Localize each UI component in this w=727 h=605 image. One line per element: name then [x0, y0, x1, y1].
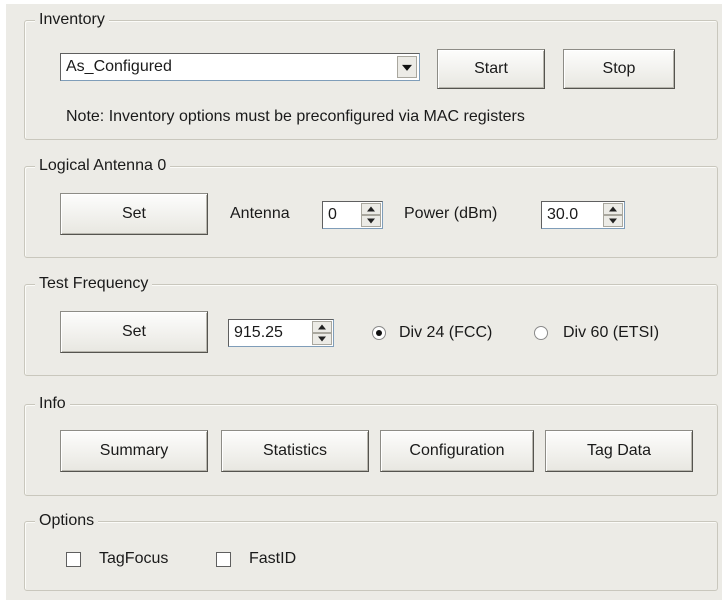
options-group: Options TagFocus FastID: [24, 512, 718, 591]
rfid-control-panel: Inventory As_Configured Start Stop Note:…: [6, 4, 722, 600]
fastid-label[interactable]: FastID: [249, 549, 296, 569]
start-button[interactable]: Start: [437, 49, 545, 89]
radio-fcc-label[interactable]: Div 24 (FCC): [399, 323, 492, 343]
frequency-value: 915.25: [234, 324, 283, 341]
tag-data-button[interactable]: Tag Data: [545, 430, 693, 472]
increment-icon[interactable]: [312, 321, 332, 333]
antenna-set-button[interactable]: Set: [60, 193, 208, 235]
info-legend: Info: [35, 395, 70, 413]
tagfocus-checkbox[interactable]: [66, 552, 81, 567]
power-spinner[interactable]: 30.0: [541, 201, 625, 229]
logical-antenna-group: Logical Antenna 0 Set Antenna 0 Power (d…: [24, 157, 718, 258]
inventory-mode-dropdown[interactable]: As_Configured: [60, 53, 420, 81]
frequency-set-button[interactable]: Set: [60, 311, 208, 353]
decrement-icon[interactable]: [312, 333, 332, 345]
increment-icon[interactable]: [361, 203, 381, 215]
antenna-spinner[interactable]: 0: [322, 201, 383, 229]
power-label: Power (dBm): [404, 205, 498, 222]
fastid-checkbox[interactable]: [216, 552, 231, 567]
inventory-note: Note: Inventory options must be preconfi…: [66, 108, 525, 125]
decrement-icon[interactable]: [603, 215, 623, 227]
antenna-label: Antenna: [230, 205, 290, 222]
inventory-mode-value: As_Configured: [66, 58, 172, 75]
power-spin-buttons[interactable]: [603, 203, 623, 227]
antenna-spin-buttons[interactable]: [361, 203, 381, 227]
configuration-button[interactable]: Configuration: [380, 430, 534, 472]
frequency-spinner[interactable]: 915.25: [228, 319, 334, 347]
tagfocus-label[interactable]: TagFocus: [99, 549, 168, 569]
inventory-legend: Inventory: [35, 11, 109, 29]
logical-antenna-legend: Logical Antenna 0: [35, 157, 171, 175]
power-value: 30.0: [547, 206, 579, 223]
frequency-spin-buttons[interactable]: [312, 321, 332, 345]
summary-button[interactable]: Summary: [60, 430, 208, 472]
increment-icon[interactable]: [603, 203, 623, 215]
test-frequency-group: Test Frequency Set 915.25 Div 24 (FCC) D…: [24, 275, 718, 376]
options-legend: Options: [35, 512, 99, 530]
stop-button[interactable]: Stop: [563, 49, 675, 89]
radio-etsi[interactable]: [534, 326, 548, 340]
inventory-group: Inventory As_Configured Start Stop Note:…: [24, 11, 718, 140]
info-group: Info Summary Statistics Configuration Ta…: [24, 395, 718, 496]
chevron-down-icon[interactable]: [397, 56, 417, 78]
test-frequency-legend: Test Frequency: [35, 275, 153, 293]
radio-fcc[interactable]: [372, 326, 386, 340]
antenna-value: 0: [328, 206, 337, 223]
statistics-button[interactable]: Statistics: [221, 430, 369, 472]
decrement-icon[interactable]: [361, 215, 381, 227]
radio-etsi-label[interactable]: Div 60 (ETSI): [563, 323, 659, 343]
